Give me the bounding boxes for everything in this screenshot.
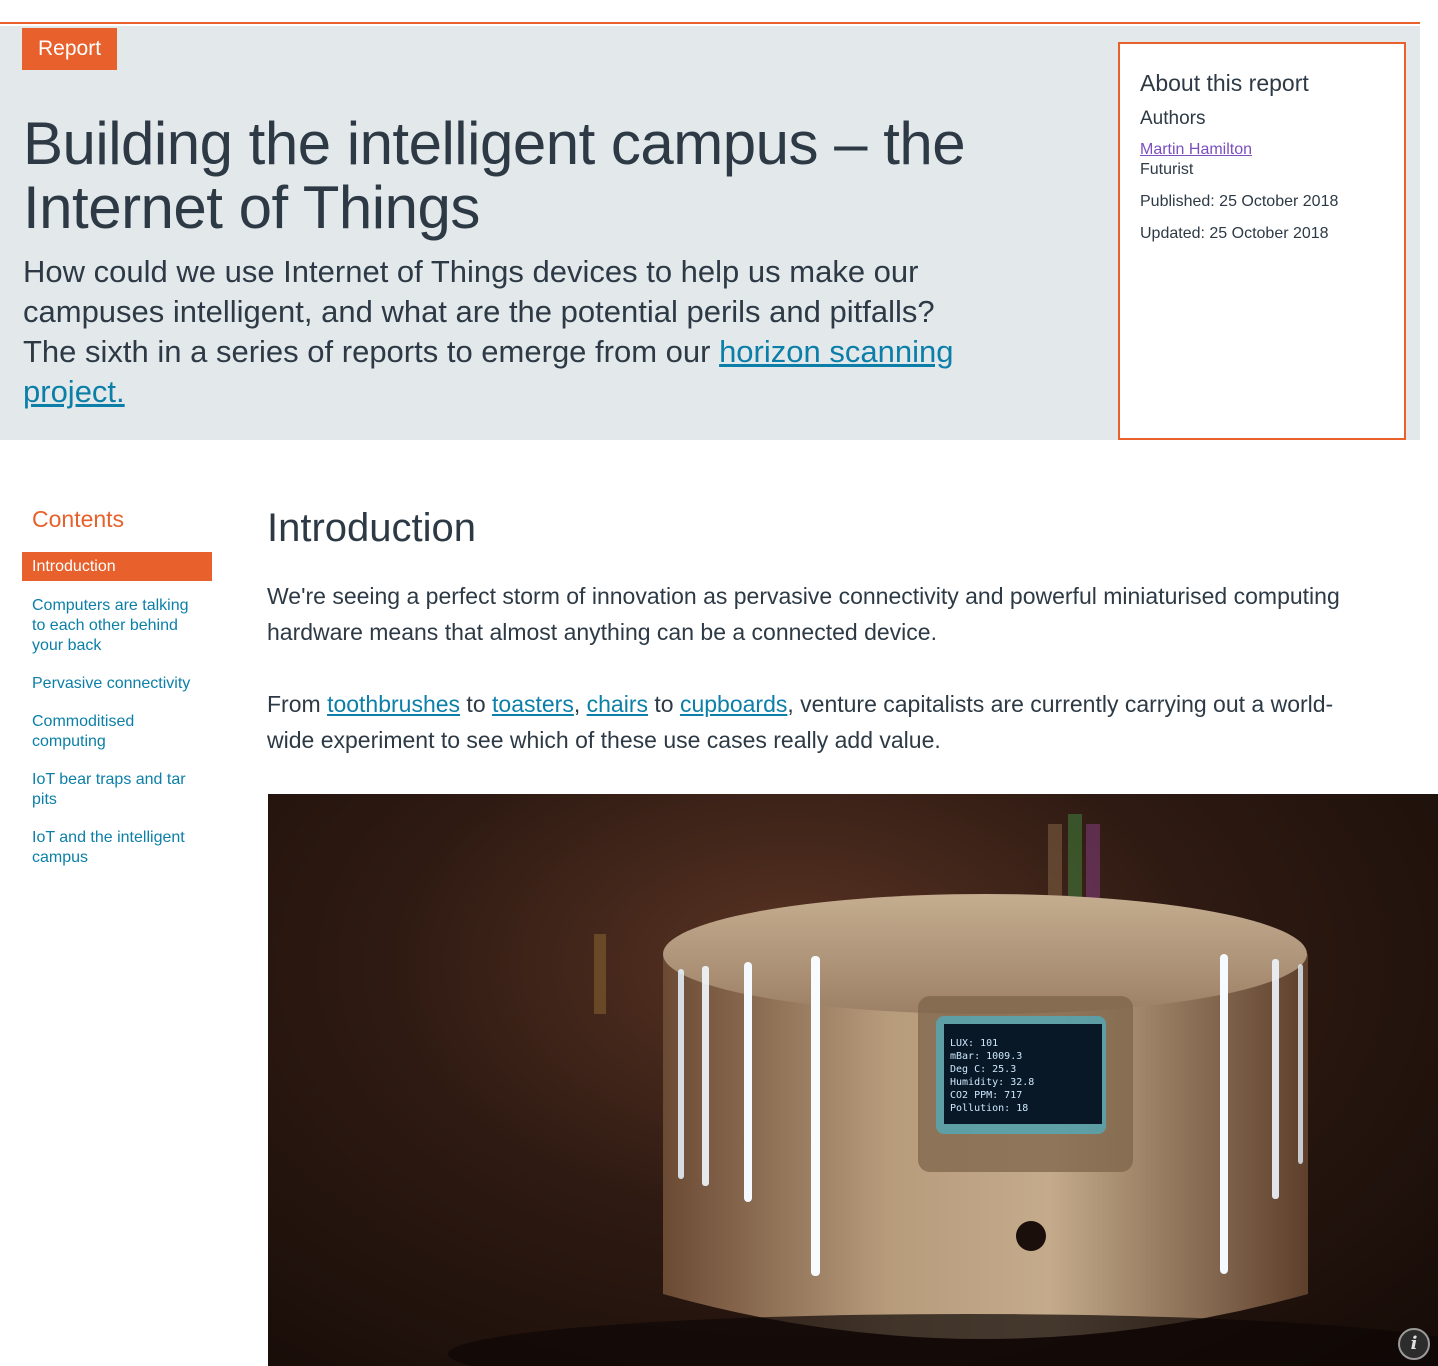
text-comma: , — [573, 691, 587, 717]
light-slit — [1298, 964, 1303, 1164]
author-link[interactable]: Martin Hamilton — [1140, 140, 1384, 160]
text-to: to — [460, 691, 493, 717]
text-to: to — [647, 691, 680, 717]
nav-item-introduction[interactable]: Introduction — [22, 552, 212, 581]
sensor-hole — [1016, 1221, 1046, 1251]
about-title: About this report — [1140, 70, 1309, 96]
chairs-link[interactable]: chairs — [587, 691, 648, 717]
intro-paragraph-1: We're seeing a perfect storm of innovati… — [267, 583, 1340, 645]
text-from: From — [267, 691, 328, 717]
light-slit — [702, 966, 709, 1186]
updated-date: Updated: 25 October 2018 — [1140, 225, 1329, 242]
light-slit — [1272, 959, 1279, 1199]
screen-line: CO2 PPM: 717 — [950, 1090, 1022, 1101]
intro-paragraph-2: From toothbrushes to toasters, chairs to… — [267, 686, 1347, 758]
iot-device-illustration: LUX: 101 mBar: 1009.3 Deg C: 25.3 Humidi… — [448, 814, 1438, 1366]
author-role: Futurist — [1140, 161, 1194, 178]
page-title: Building the intelligent campus – the In… — [23, 110, 966, 241]
section-heading: Introduction — [267, 506, 477, 550]
screen-line: mBar: 1009.3 — [950, 1051, 1022, 1062]
iot-device-photo: LUX: 101 mBar: 1009.3 Deg C: 25.3 Humidi… — [268, 794, 1438, 1366]
light-slit — [811, 956, 820, 1276]
top-strip — [0, 0, 1420, 24]
authors-label: Authors — [1140, 108, 1206, 129]
floor-shadow — [448, 1314, 1438, 1366]
screen-line: Pollution: 18 — [950, 1103, 1028, 1114]
nav-item-commoditised-computing[interactable]: Commoditised computing — [22, 712, 212, 752]
published-date: Published: 25 October 2018 — [1140, 193, 1339, 210]
screen-line: LUX: 101 — [950, 1038, 998, 1049]
cupboards-link[interactable]: cupboards — [680, 691, 787, 717]
nav-item-pervasive-connectivity[interactable]: Pervasive connectivity — [22, 674, 212, 694]
toothbrushes-link[interactable]: toothbrushes — [327, 691, 460, 717]
bg-streak — [594, 934, 606, 1014]
contents-title: Contents — [32, 506, 125, 532]
nav-item-computers-talking[interactable]: Computers are talking to each other behi… — [22, 596, 212, 656]
nav-item-intelligent-campus[interactable]: IoT and the intelligent campus — [22, 828, 212, 868]
light-slit — [1220, 954, 1228, 1274]
screen-line: Humidity: 32.8 — [950, 1077, 1034, 1088]
page-subtitle: How could we use Internet of Things devi… — [23, 252, 973, 412]
light-slit — [678, 969, 684, 1179]
light-slit — [744, 962, 752, 1202]
page: Report Building the intelligent campus –… — [0, 0, 1438, 1366]
report-badge: Report — [22, 28, 118, 70]
info-icon[interactable]: i — [1398, 1328, 1430, 1360]
nav-item-bear-traps[interactable]: IoT bear traps and tar pits — [22, 770, 212, 810]
contents-nav: Introduction Computers are talking to ea… — [22, 552, 212, 868]
screen-line: Deg C: 25.3 — [950, 1064, 1016, 1075]
about-report-box: About this report Authors Martin Hamilto… — [1118, 42, 1406, 440]
toasters-link[interactable]: toasters — [492, 691, 574, 717]
